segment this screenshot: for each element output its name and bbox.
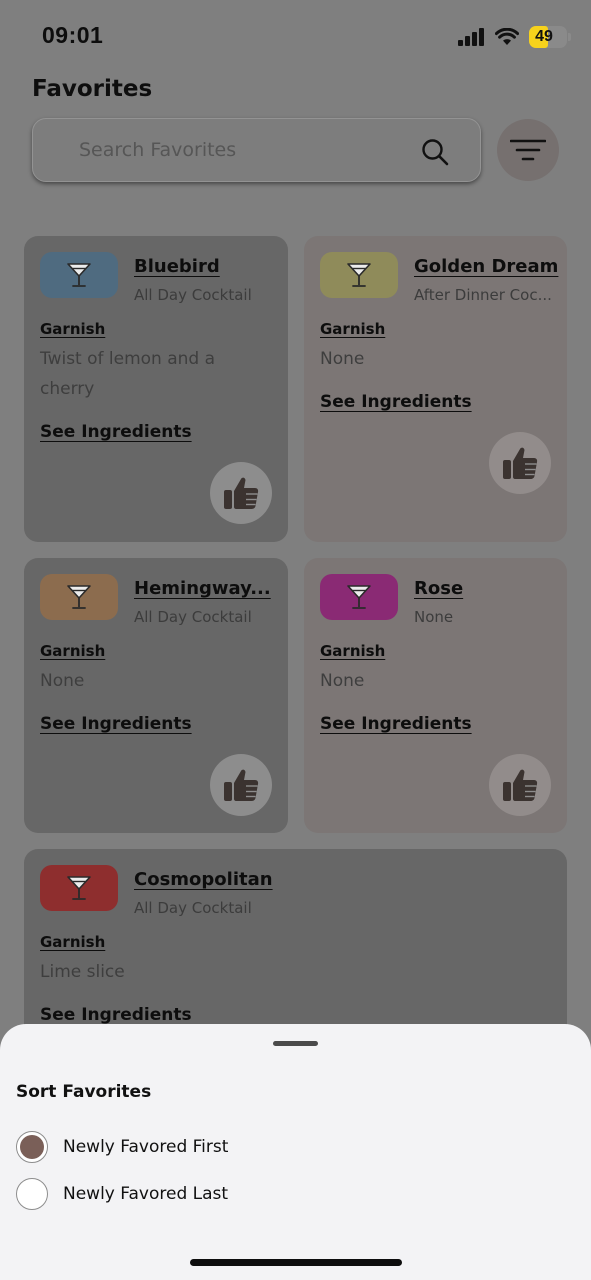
filter-icon (510, 139, 546, 161)
cocktail-name[interactable]: Hemingway... (134, 578, 284, 599)
see-ingredients-link[interactable]: See Ingredients (40, 1005, 192, 1025)
sheet-title: Sort Favorites (16, 1082, 152, 1102)
home-indicator (190, 1259, 402, 1266)
cocktail-glass-icon (347, 263, 371, 287)
garnish-label: Garnish (40, 320, 106, 338)
cocktail-thumbnail (40, 252, 118, 298)
status-icons: 49 (458, 25, 571, 49)
cocktail-thumbnail (40, 865, 118, 911)
garnish-value: None (40, 671, 85, 691)
cocktail-glass-icon (67, 876, 91, 900)
garnish-label: Garnish (40, 642, 106, 660)
radio-button-selected[interactable] (16, 1131, 48, 1163)
cocktail-name[interactable]: Golden Dream (414, 256, 564, 277)
cellular-signal-icon (458, 28, 484, 46)
thumbs-up-icon (224, 769, 259, 801)
garnish-value: None (320, 671, 365, 691)
garnish-label: Garnish (320, 320, 386, 338)
sort-sheet: Sort Favorites Newly Favored First Newly… (0, 1024, 591, 1280)
cocktail-name[interactable]: Rose (414, 578, 564, 599)
search-input[interactable] (79, 133, 399, 167)
radio-dot (20, 1135, 44, 1159)
see-ingredients-link[interactable]: See Ingredients (40, 422, 192, 442)
battery-level: 49 (535, 28, 553, 45)
favorite-card[interactable]: Rose None Garnish None See Ingredients (304, 558, 567, 833)
cocktail-category: All Day Cocktail (134, 286, 252, 304)
sheet-drag-handle[interactable] (273, 1041, 318, 1046)
filter-button[interactable] (497, 119, 559, 181)
sort-option-newly-favored-first[interactable]: Newly Favored First (16, 1131, 416, 1163)
favorite-card[interactable]: Golden Dream After Dinner Coc... Garnish… (304, 236, 567, 542)
cocktail-category: All Day Cocktail (134, 608, 252, 626)
cocktail-name[interactable]: Cosmopolitan (134, 869, 284, 890)
cocktail-thumbnail (40, 574, 118, 620)
cocktail-category: After Dinner Coc... (414, 286, 552, 304)
radio-button[interactable] (16, 1178, 48, 1210)
battery-icon: 49 (529, 26, 571, 48)
garnish-value: Twist of lemon and a cherry (40, 349, 216, 399)
garnish-label: Garnish (320, 642, 386, 660)
garnish-value: Lime slice (40, 962, 125, 982)
like-button[interactable] (489, 432, 551, 494)
favorite-card[interactable]: Bluebird All Day Cocktail Garnish Twist … (24, 236, 288, 542)
garnish-label: Garnish (40, 933, 106, 951)
cocktail-thumbnail (320, 252, 398, 298)
cocktail-glass-icon (347, 585, 371, 609)
sort-option-label: Newly Favored Last (63, 1184, 229, 1204)
cocktail-category: None (414, 608, 454, 626)
thumbs-up-icon (224, 477, 259, 509)
see-ingredients-link[interactable]: See Ingredients (320, 392, 472, 412)
thumbs-up-icon (503, 769, 538, 801)
cocktail-glass-icon (67, 585, 91, 609)
search-bar[interactable] (32, 118, 481, 182)
see-ingredients-link[interactable]: See Ingredients (40, 714, 192, 734)
sort-option-label: Newly Favored First (63, 1137, 229, 1157)
cocktail-name[interactable]: Bluebird (134, 256, 284, 277)
cocktail-glass-icon (67, 263, 91, 287)
thumbs-up-icon (503, 447, 538, 479)
status-time: 09:01 (42, 22, 104, 48)
see-ingredients-link[interactable]: See Ingredients (320, 714, 472, 734)
like-button[interactable] (210, 754, 272, 816)
wifi-icon (495, 28, 519, 45)
like-button[interactable] (489, 754, 551, 816)
favorite-card[interactable]: Hemingway... All Day Cocktail Garnish No… (24, 558, 288, 833)
garnish-value: None (320, 349, 365, 369)
status-bar: 09:01 49 (0, 0, 591, 70)
search-icon[interactable] (420, 137, 450, 167)
sort-option-newly-favored-last[interactable]: Newly Favored Last (16, 1178, 416, 1210)
battery-nub (568, 33, 571, 41)
like-button[interactable] (210, 462, 272, 524)
cocktail-category: All Day Cocktail (134, 899, 252, 917)
cocktail-thumbnail (320, 574, 398, 620)
page-title: Favorites (32, 76, 153, 102)
